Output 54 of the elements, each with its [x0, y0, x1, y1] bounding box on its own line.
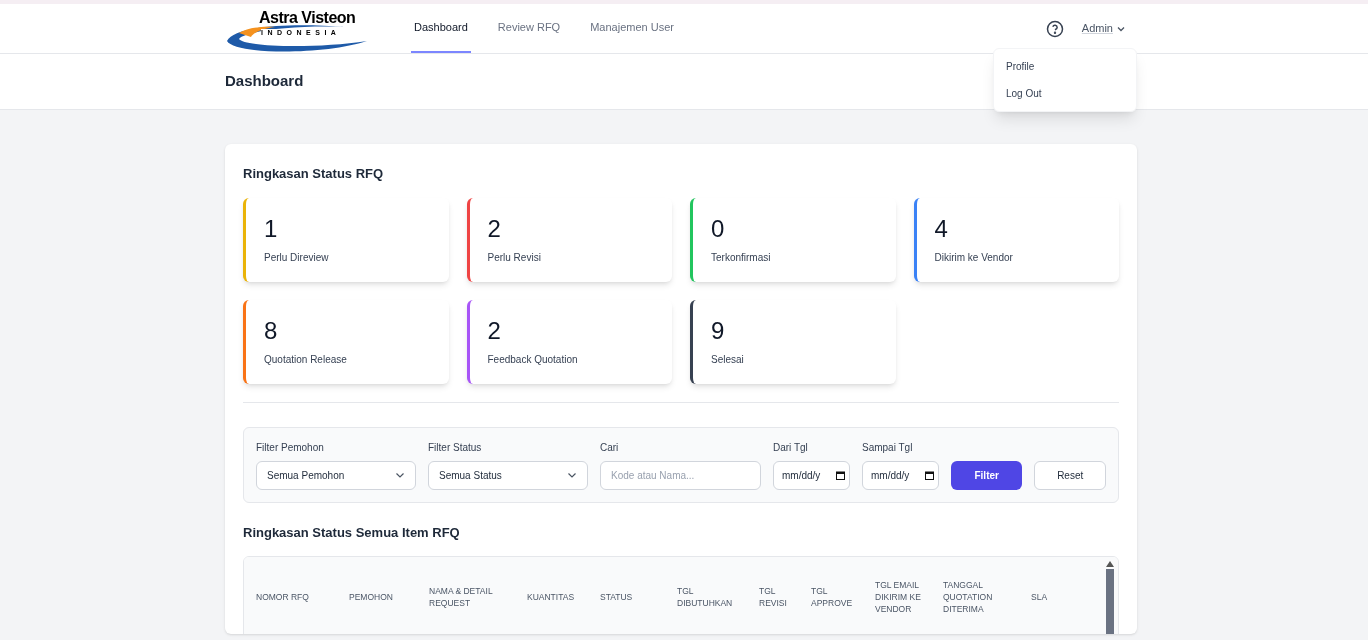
status-label: Feedback Quotation	[487, 352, 579, 367]
select-field[interactable]: Semua Pemohon	[256, 460, 416, 490]
field-label: Filter Status	[428, 440, 483, 455]
status-label: Terkonfirmasi	[711, 250, 772, 265]
chevron-down-icon	[567, 470, 577, 480]
status-label: Selesai	[711, 352, 745, 367]
section-title: Ringkasan Status Semua Item RFQ	[243, 523, 461, 542]
status-count: 0	[711, 213, 726, 244]
column-header: TGL EMAIL DIKIRIM KE VENDOR	[874, 578, 922, 615]
menu-item[interactable]: Profile	[994, 53, 1136, 80]
status-label: Dikirim ke Vendor	[934, 250, 1014, 265]
column-header: TANGGAL QUOTATION DITERIMA	[942, 578, 994, 615]
nav-tab[interactable]: Review RFQ	[494, 4, 564, 53]
column-header: NOMOR RFQ	[255, 590, 310, 603]
status-count: 2	[487, 315, 502, 346]
date-field[interactable]: mm/dd/y	[862, 460, 939, 490]
user-menu-button[interactable]: Admin	[1081, 16, 1125, 41]
select-field[interactable]: Semua Status	[428, 460, 588, 490]
column-header: PEMOHON	[348, 590, 394, 603]
column-header: TGL REVISI	[758, 584, 788, 609]
status-label: Perlu Revisi	[487, 250, 542, 265]
chevron-down-icon	[1117, 24, 1125, 33]
help-icon[interactable]	[1045, 19, 1064, 38]
field-label: Filter Pemohon	[256, 440, 325, 455]
nav-tab[interactable]: Manajemen User	[587, 4, 677, 53]
reset-button[interactable]: Reset	[1034, 460, 1106, 490]
brand-name: Astra Visteon	[259, 9, 356, 26]
field-label: Sampai Tgl	[862, 440, 914, 455]
calendar-icon[interactable]	[925, 470, 934, 480]
calendar-icon[interactable]	[836, 470, 845, 480]
table-scrollbar[interactable]	[1106, 561, 1114, 634]
status-label: Perlu Direview	[264, 250, 330, 265]
column-header: NAMA & DETAIL REQUEST	[428, 584, 494, 609]
field-label: Cari	[600, 440, 620, 455]
column-header: TGL DIBUTUHKAN	[676, 584, 734, 609]
field-label: Dari Tgl	[773, 440, 809, 455]
date-field[interactable]: mm/dd/y	[773, 460, 850, 490]
column-header: SLA	[1030, 590, 1049, 603]
column-header: STATUS	[599, 590, 634, 603]
menu-item[interactable]: Log Out	[994, 80, 1136, 107]
scroll-up-icon[interactable]	[1106, 561, 1114, 567]
chevron-down-icon	[395, 470, 405, 480]
search-field[interactable]: Kode atau Nama...	[600, 460, 761, 490]
page-title: Dashboard	[225, 71, 304, 92]
status-count: 2	[487, 213, 502, 244]
column-header: KUANTITAS	[526, 590, 576, 603]
filter-button[interactable]: Filter	[951, 460, 1023, 490]
status-count: 8	[264, 315, 279, 346]
status-count: 1	[264, 213, 279, 244]
status-count: 9	[711, 315, 726, 346]
column-header: TGL APPROVE	[810, 584, 854, 609]
section-title: Ringkasan Status RFQ	[243, 165, 385, 183]
status-label: Quotation Release	[264, 352, 348, 367]
status-count: 4	[934, 213, 949, 244]
